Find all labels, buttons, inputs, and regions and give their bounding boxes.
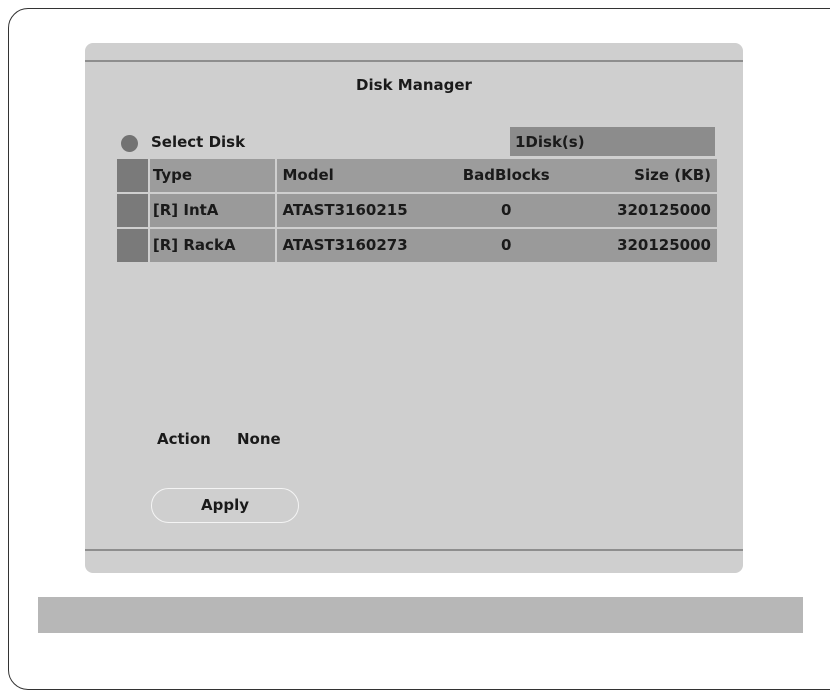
- column-header-size: Size (KB): [572, 159, 717, 192]
- disk-type-cell: [R] RackA: [149, 229, 276, 262]
- apply-button[interactable]: Apply: [151, 488, 299, 523]
- disk-size-cell: 320125000: [572, 229, 717, 262]
- action-label: Action: [157, 430, 211, 448]
- column-header-badblocks: BadBlocks: [439, 159, 573, 192]
- disk-model-cell: ATAST3160215: [277, 194, 440, 227]
- top-divider: [85, 60, 743, 62]
- header-selector-cell: [117, 159, 148, 192]
- column-header-type: Type: [149, 159, 276, 192]
- disk-manager-panel: Disk Manager Select Disk 1Disk(s) Type M…: [85, 43, 743, 573]
- row-selector-cell[interactable]: [117, 229, 148, 262]
- select-disk-label: Select Disk: [151, 133, 246, 151]
- page-title: Disk Manager: [356, 76, 472, 94]
- bottom-divider: [85, 549, 743, 551]
- table-header-row: Type Model BadBlocks Size (KB): [117, 159, 717, 192]
- table-row[interactable]: [R] RackA ATAST3160273 0 320125000: [117, 229, 717, 262]
- select-disk-radio[interactable]: [121, 135, 138, 152]
- row-selector-cell[interactable]: [117, 194, 148, 227]
- disk-table: Type Model BadBlocks Size (KB) [R] IntA …: [117, 159, 717, 264]
- disk-badblocks-cell: 0: [439, 229, 573, 262]
- disk-model-cell: ATAST3160273: [277, 229, 440, 262]
- disk-badblocks-cell: 0: [439, 194, 573, 227]
- disk-type-cell: [R] IntA: [149, 194, 276, 227]
- disk-size-cell: 320125000: [572, 194, 717, 227]
- status-bar: [38, 597, 803, 633]
- table-row[interactable]: [R] IntA ATAST3160215 0 320125000: [117, 194, 717, 227]
- disk-count-badge: 1Disk(s): [510, 127, 715, 156]
- action-value-select[interactable]: None: [237, 430, 281, 448]
- column-header-model: Model: [277, 159, 440, 192]
